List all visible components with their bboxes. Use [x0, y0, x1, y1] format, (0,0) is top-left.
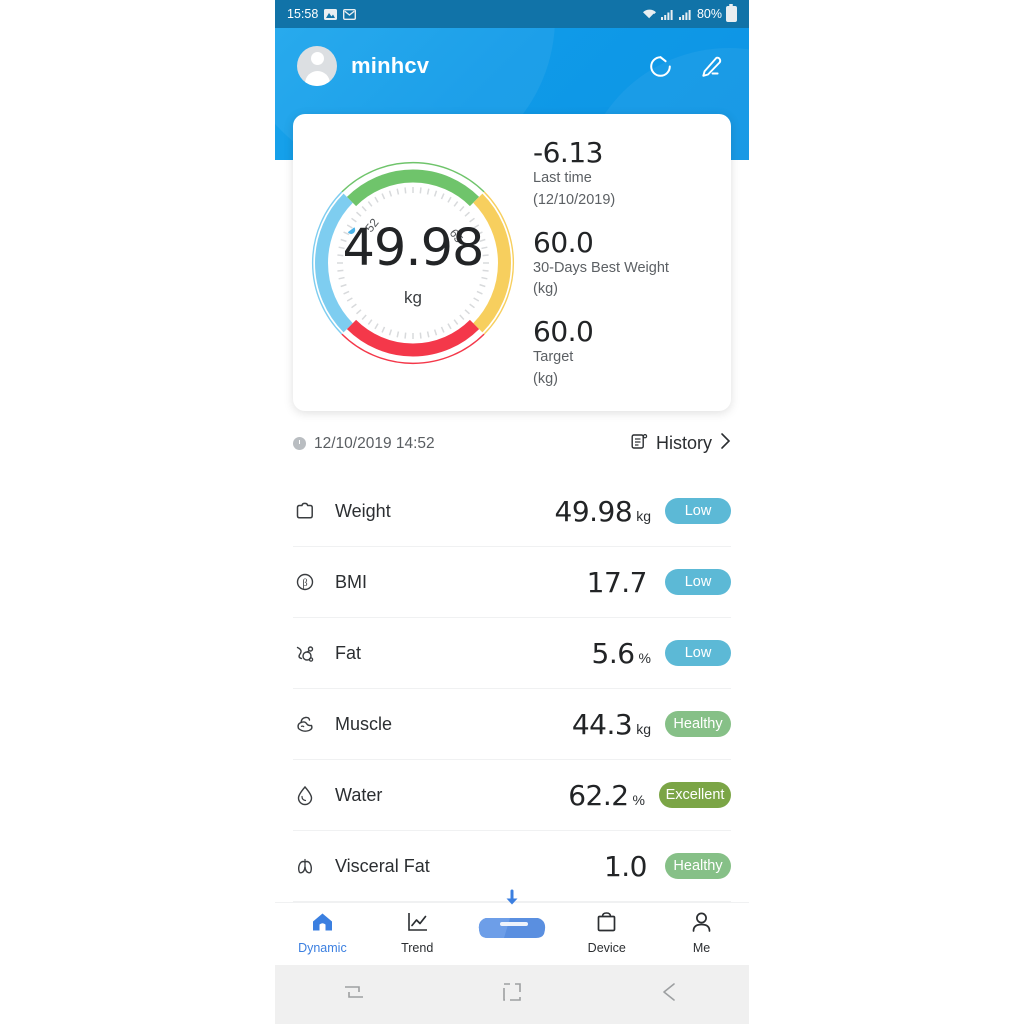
battery-icon — [726, 3, 737, 22]
status-badge: Low — [665, 498, 731, 524]
visceral-fat-icon — [293, 854, 335, 878]
weight-gauge: 52 65 49.98 kg — [293, 114, 533, 411]
metric-row-fat[interactable]: Fat 5.6 % Low — [293, 618, 731, 689]
download-arrow-icon — [506, 889, 518, 905]
stat-best-weight: 60.0 30-Days Best Weight (kg) — [533, 225, 731, 301]
signal-icon — [660, 8, 675, 20]
status-badge: Low — [665, 640, 731, 666]
stat-sublabel: (kg) — [533, 370, 558, 387]
refresh-share-icon[interactable] — [643, 49, 677, 83]
status-badge: Healthy — [665, 853, 731, 879]
fat-molecule-icon — [293, 641, 335, 665]
metric-value: 17.7 — [586, 565, 648, 599]
home-square-icon[interactable] — [499, 979, 525, 1010]
wifi-icon — [642, 8, 657, 20]
metric-value: 62.2 — [568, 778, 629, 812]
person-icon — [690, 911, 713, 938]
status-bar: 15:58 80% — [275, 0, 749, 28]
chart-trend-icon — [406, 911, 429, 938]
metric-unit: % — [632, 791, 645, 808]
stat-value: 60.0 — [533, 225, 594, 259]
android-nav-bar — [275, 965, 749, 1024]
metric-value: 44.3 — [571, 707, 633, 741]
metric-row-muscle[interactable]: Muscle 44.3 kg Healthy — [293, 689, 731, 760]
stat-label: Target — [533, 349, 574, 366]
pencil-icon[interactable] — [693, 49, 727, 83]
metrics-list: Weight 49.98 kg Low β BMI 17.7 Low Fat 5… — [293, 476, 731, 902]
stat-last-time: -6.13 Last time (12/10/2019) — [533, 138, 731, 211]
summary-stats: -6.13 Last time (12/10/2019) 60.0 30-Day… — [533, 114, 731, 411]
tab-label: Trend — [401, 941, 434, 955]
metric-name: Weight — [335, 500, 391, 521]
battery-percent: 80% — [696, 7, 722, 21]
stat-sublabel: (kg) — [533, 281, 558, 298]
weight-scale-icon — [293, 499, 335, 523]
gauge-value: 49.98 — [342, 219, 484, 278]
stat-label: 30-Days Best Weight — [533, 259, 669, 276]
metric-name: Fat — [335, 642, 362, 663]
tab-dynamic[interactable]: Dynamic — [275, 903, 370, 955]
tab-trend[interactable]: Trend — [370, 903, 465, 955]
metric-unit: kg — [636, 720, 651, 737]
metric-name: Visceral Fat — [335, 855, 430, 876]
metric-name: Muscle — [335, 713, 393, 734]
history-label: History — [655, 433, 712, 453]
stat-target: 60.0 Target (kg) — [533, 317, 731, 390]
stat-sublabel: (12/10/2019) — [533, 191, 616, 208]
back-arrow-icon[interactable] — [657, 979, 683, 1010]
summary-card: 52 65 49.98 kg -6.13 Last time (12/10/20… — [293, 114, 731, 411]
avatar[interactable] — [297, 46, 337, 86]
phone-screen: 15:58 80% minhcv 52 65 49.98 kg -6.13 La… — [275, 0, 749, 1024]
bottom-tab-bar: Dynamic Trend Device Me — [275, 889, 749, 965]
history-row: 12/10/2019 14:52 History — [293, 432, 731, 455]
clock-icon — [293, 437, 306, 450]
metric-value: 5.6 — [591, 636, 636, 670]
measurement-timestamp: 12/10/2019 14:52 — [314, 434, 435, 452]
status-time: 15:58 — [287, 7, 319, 21]
chevron-right-icon — [720, 432, 731, 455]
status-badge: Low — [665, 569, 731, 595]
signal-icon — [678, 8, 693, 20]
stat-value: 60.0 — [533, 315, 594, 349]
tab-label: Device — [587, 941, 626, 955]
tab-label: Dynamic — [298, 941, 347, 955]
muscle-arm-icon — [293, 712, 335, 736]
stat-label: Last time — [533, 170, 592, 187]
recents-icon[interactable] — [341, 979, 367, 1010]
tab-label: Me — [692, 941, 711, 955]
mail-icon — [343, 8, 357, 21]
list-document-icon — [631, 433, 648, 455]
metric-unit: % — [638, 649, 651, 666]
status-badge: Excellent — [659, 782, 731, 808]
tab-me[interactable]: Me — [654, 903, 749, 955]
metric-unit: kg — [636, 507, 651, 524]
metric-row-weight[interactable]: Weight 49.98 kg Low — [293, 476, 731, 547]
metric-value: 49.98 — [554, 494, 633, 528]
svg-text:β: β — [302, 578, 307, 589]
metric-name: Water — [335, 784, 383, 805]
stat-value: -6.13 — [533, 136, 603, 169]
home-icon — [311, 911, 334, 938]
metric-row-bmi[interactable]: β BMI 17.7 Low — [293, 547, 731, 618]
history-link[interactable]: History — [631, 432, 731, 455]
tab-measure[interactable] — [465, 889, 560, 938]
bmi-icon: β — [293, 570, 335, 594]
metric-value: 1.0 — [603, 849, 648, 883]
metric-name: BMI — [335, 571, 368, 592]
metric-row-water[interactable]: Water 62.2 % Excellent — [293, 760, 731, 831]
scale-device-icon[interactable] — [470, 889, 554, 942]
username: minhcv — [351, 53, 430, 78]
water-drop-icon — [293, 783, 335, 807]
gauge-unit: kg — [404, 288, 422, 307]
tab-device[interactable]: Device — [559, 903, 654, 955]
status-badge: Healthy — [665, 711, 731, 737]
photo-icon — [324, 8, 338, 21]
device-bag-icon — [595, 911, 618, 938]
